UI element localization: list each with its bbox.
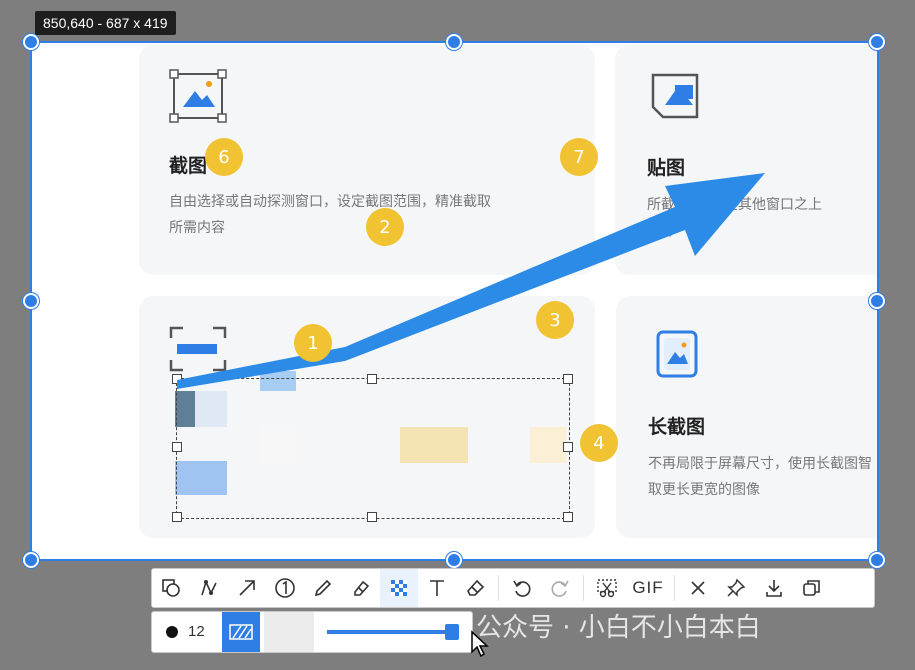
brush-dot-icon [166,626,178,638]
scissors-icon [597,579,617,598]
undo-icon [513,580,531,597]
selection-handle-top-right[interactable] [869,34,885,50]
pencil-icon [314,579,332,597]
intensity-slider[interactable] [327,624,460,640]
selection-border [30,41,879,561]
gif-icon: GIF [632,578,664,597]
polyline-icon [201,579,217,596]
pencil-tool-button[interactable] [304,569,342,607]
slider-thumb[interactable] [445,624,460,640]
selection-handle-right[interactable] [869,293,885,309]
number-icon [275,578,295,598]
watermark-text: 公众号 · 小白不小白本白 [476,613,761,643]
mosaic-tool-button[interactable] [380,569,418,607]
download-icon [766,580,782,597]
download-button[interactable] [755,569,793,607]
highlighter-icon [354,580,370,596]
undo-button[interactable] [503,569,541,607]
shape-tool-button[interactable] [152,569,190,607]
selection-size-label: 850,640 - 687 x 419 [35,11,176,35]
arrow-tool-button[interactable] [228,569,266,607]
text-icon [430,580,444,596]
annotation-toolbar: GIF [151,568,875,608]
redo-icon [551,580,569,597]
redo-button[interactable] [541,569,579,607]
shape-icon [162,579,180,597]
number-tool-button[interactable] [266,569,304,607]
toolbar-divider [674,575,675,601]
gif-button[interactable]: GIF [626,569,670,607]
mosaic-icon [391,580,407,596]
copy-icon [803,580,820,596]
blur-pattern-button[interactable] [264,612,314,652]
pin-button[interactable] [717,569,755,607]
close-button[interactable] [679,569,717,607]
brush-size-value: 12 [188,623,205,640]
toolbar-divider [583,575,584,601]
highlighter-tool-button[interactable] [342,569,380,607]
selection-handle-bottom[interactable] [446,552,462,568]
selection-handle-top[interactable] [446,34,462,50]
copy-button[interactable] [793,569,831,607]
pin-icon [727,578,746,597]
polyline-tool-button[interactable] [190,569,228,607]
mosaic-options-bar: 12 [151,611,473,653]
close-icon [691,581,705,595]
eraser-tool-button[interactable] [456,569,494,607]
hatch-pattern-icon [229,624,253,640]
selection-handle-bottom-right[interactable] [869,552,885,568]
toolbar-divider [498,575,499,601]
selection-handle-top-left[interactable] [23,34,39,50]
selection-handle-bottom-left[interactable] [23,552,39,568]
arrow-icon [239,580,255,596]
mosaic-pattern-button[interactable] [222,612,260,652]
eraser-icon [467,579,485,596]
slider-fill [327,630,453,634]
text-tool-button[interactable] [418,569,456,607]
cut-button[interactable] [588,569,626,607]
selection-handle-left[interactable] [23,293,39,309]
